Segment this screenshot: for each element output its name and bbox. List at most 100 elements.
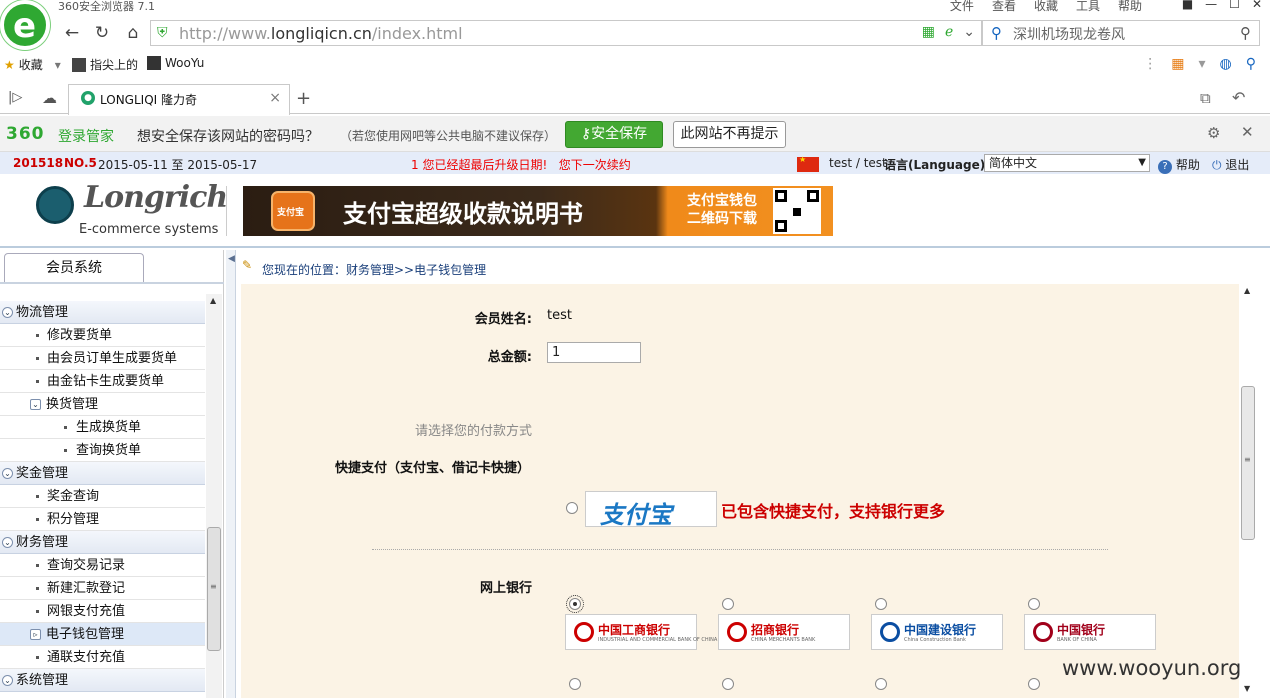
restore-tabs-icon[interactable]: ⧉ bbox=[1200, 89, 1211, 107]
undo-close-icon[interactable]: ↶ bbox=[1232, 88, 1245, 107]
sidebar-group[interactable]: ⌄ 奖金管理 bbox=[0, 462, 205, 485]
total-amount-input[interactable]: 1 bbox=[547, 342, 641, 363]
collapse-circle-icon[interactable]: ⌄ bbox=[2, 675, 13, 686]
sidebar-item[interactable]: 积分管理 bbox=[0, 508, 205, 531]
gear-icon[interactable]: ⚙ bbox=[1207, 124, 1220, 142]
bank-logo-icon bbox=[574, 622, 594, 642]
pwbar-brand: 360 bbox=[6, 124, 45, 144]
new-tab-icon[interactable]: + bbox=[296, 88, 311, 109]
collapse-circle-icon[interactable]: ⌄ bbox=[2, 537, 13, 548]
help-icon: ? bbox=[1158, 160, 1172, 174]
pwbar-question: 想安全保存该网站的密码吗？ bbox=[137, 129, 319, 145]
close-window-icon[interactable]: ✕ bbox=[1252, 0, 1262, 11]
sidebar-item[interactable]: 网银支付充值 bbox=[0, 600, 205, 623]
sidebar-group[interactable]: ⌄ 财务管理 bbox=[0, 531, 205, 554]
bank-radio[interactable] bbox=[722, 598, 734, 610]
sidebar-item[interactable]: ▹ 电子钱包管理 bbox=[0, 623, 205, 646]
dropdown-icon[interactable]: ⌄ bbox=[963, 24, 975, 40]
bank-radio[interactable] bbox=[1028, 598, 1040, 610]
sidebar-item[interactable]: 由会员订单生成要货单 bbox=[0, 347, 205, 370]
save-password-button[interactable]: ⚷安全保存 bbox=[565, 121, 663, 148]
browser-logo-icon[interactable]: e bbox=[0, 0, 50, 50]
bookmark-favorites[interactable]: ★ 收藏 ▾ bbox=[4, 56, 61, 73]
menu-view[interactable]: 查看 bbox=[992, 0, 1016, 14]
sidebar-item[interactable]: 通联支付充值 bbox=[0, 646, 205, 669]
skin-icon[interactable]: ■ bbox=[1182, 0, 1193, 11]
tab-longliqi[interactable]: ● LONGLIQI 隆力奇 × bbox=[68, 84, 290, 115]
sidebar-collapse-bar[interactable] bbox=[226, 250, 236, 698]
maximize-icon[interactable]: ☐ bbox=[1229, 0, 1240, 11]
search-icon[interactable]: ⚲ bbox=[1240, 24, 1251, 42]
apps-icon[interactable]: ▦ bbox=[1171, 56, 1184, 72]
more-icon[interactable]: ⋮ bbox=[1143, 56, 1157, 72]
bookmark-thumb-icon bbox=[147, 56, 161, 70]
minimize-icon[interactable]: — bbox=[1205, 0, 1217, 11]
collapse-circle-icon[interactable]: ⌄ bbox=[2, 307, 13, 318]
sidebar-group[interactable]: ⌄ 物流管理 bbox=[0, 301, 205, 324]
refresh-icon[interactable]: ↻ bbox=[90, 22, 114, 44]
qrcode-icon[interactable]: ▦ bbox=[922, 24, 935, 40]
sidebar-toggle-icon[interactable]: |▷ bbox=[8, 90, 22, 105]
menu-favorites[interactable]: 收藏 bbox=[1034, 0, 1058, 14]
sidebar-item[interactable]: ⌄ 换货管理 bbox=[0, 393, 205, 416]
bank-radio[interactable] bbox=[1028, 678, 1040, 690]
alipay-option[interactable]: 支付宝 bbox=[585, 491, 717, 529]
back-icon[interactable]: ← bbox=[60, 22, 84, 44]
scroll-up-icon[interactable]: ▲ bbox=[210, 296, 216, 305]
bank-option[interactable]: 中国银行 BANK OF CHINA bbox=[1024, 614, 1156, 650]
collapse-arrow-icon[interactable]: ◀ bbox=[228, 254, 235, 264]
sidebar-item[interactable]: 查询交易记录 bbox=[0, 554, 205, 577]
alipay-radio[interactable] bbox=[566, 502, 578, 514]
folder-toggle-icon[interactable]: ▹ bbox=[30, 629, 41, 640]
bank-option[interactable]: 中国建设银行 China Construction Bank bbox=[871, 614, 1003, 650]
collapse-circle-icon[interactable]: ⌄ bbox=[2, 468, 13, 479]
bank-radio[interactable] bbox=[569, 678, 581, 690]
close-icon[interactable]: ✕ bbox=[1241, 123, 1254, 141]
translate-icon[interactable]: ◍ bbox=[1220, 56, 1232, 72]
sidebar-item[interactable]: 新建汇款登记 bbox=[0, 577, 205, 600]
alipay-banner[interactable]: 支付宝 支付宝超级收款说明书 支付宝钱包 二维码下载 bbox=[243, 186, 833, 236]
search-box[interactable]: ⚲ 深圳机场现龙卷风 ⚲ bbox=[982, 20, 1260, 46]
cloud-icon[interactable]: ☁ bbox=[42, 89, 57, 107]
bank-radio[interactable] bbox=[566, 595, 584, 613]
folder-toggle-icon[interactable]: ⌄ bbox=[30, 399, 41, 410]
bank-option[interactable]: 中国工商银行 INDUSTRIAL AND COMMERCIAL BANK OF … bbox=[565, 614, 717, 650]
address-bar[interactable]: ⛨ http://www.longliqicn.cn/index.html ▦ … bbox=[150, 20, 982, 46]
scroll-up-icon[interactable]: ▲ bbox=[1244, 286, 1250, 295]
bookmark-wooyu[interactable]: WooYu bbox=[147, 56, 204, 70]
bank-radio[interactable] bbox=[875, 678, 887, 690]
sidebar-item[interactable]: 生成换货单 bbox=[0, 416, 205, 439]
address-url[interactable]: http://www.longliqicn.cn/index.html bbox=[179, 24, 463, 43]
sidebar-group[interactable]: ⌄ 系统管理 bbox=[0, 669, 205, 692]
never-remind-button[interactable]: 此网站不再提示 bbox=[673, 121, 786, 148]
sidebar-item[interactable]: 查询换货单 bbox=[0, 439, 205, 462]
bank-logo-icon bbox=[880, 622, 900, 642]
menu-tools[interactable]: 工具 bbox=[1076, 0, 1100, 14]
search-input[interactable]: 深圳机场现龙卷风 bbox=[1013, 24, 1125, 44]
china-flag-icon: ★ bbox=[797, 155, 819, 172]
zoom-icon[interactable]: ⚲ bbox=[1246, 56, 1256, 72]
site-logo[interactable]: Longrich bbox=[84, 180, 228, 215]
chevron-down-icon[interactable]: ▾ bbox=[1198, 56, 1205, 72]
search-engine-icon[interactable]: ⚲ bbox=[991, 24, 1002, 42]
close-tab-icon[interactable]: × bbox=[269, 90, 281, 106]
menu-file[interactable]: 文件 bbox=[950, 0, 974, 14]
bank-radio[interactable] bbox=[722, 678, 734, 690]
sidebar-item[interactable]: 由金钻卡生成要货单 bbox=[0, 370, 205, 393]
language-select[interactable]: 简体中文 ▼ bbox=[984, 154, 1150, 172]
bank-option[interactable]: 招商银行 CHINA MERCHANTS BANK bbox=[718, 614, 850, 650]
ie-mode-icon[interactable]: ℯ bbox=[945, 24, 953, 40]
sidebar-item[interactable]: 修改要货单 bbox=[0, 324, 205, 347]
home-icon[interactable]: ⌂ bbox=[121, 22, 145, 44]
content-scroll-thumb[interactable]: ≡ bbox=[1241, 386, 1255, 540]
sidebar-item[interactable]: 奖金查询 bbox=[0, 485, 205, 508]
logout-link[interactable]: ⏻ 退出 bbox=[1212, 156, 1249, 173]
bookmark-zhijian[interactable]: 指尖上的 bbox=[72, 56, 138, 73]
member-name-label: 会员姓名: bbox=[474, 312, 532, 327]
bank-radio[interactable] bbox=[875, 598, 887, 610]
menu-help[interactable]: 帮助 bbox=[1118, 0, 1142, 14]
sidebar-scroll-thumb[interactable]: ≡ bbox=[207, 527, 221, 651]
help-link[interactable]: ? 帮助 bbox=[1158, 156, 1200, 174]
tab-member-system[interactable]: 会员系统 bbox=[4, 253, 144, 283]
scroll-down-icon[interactable]: ▼ bbox=[1244, 684, 1250, 693]
